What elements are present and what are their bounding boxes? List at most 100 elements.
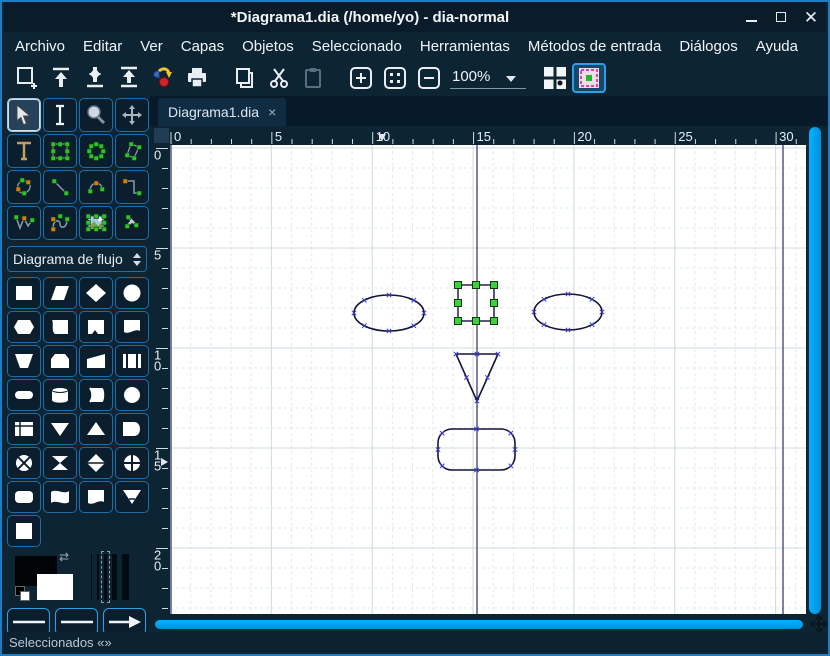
zoom-combo[interactable]: 100% (450, 68, 527, 89)
title-bar[interactable]: *Diagrama1.dia (/home/yo) - dia-normal ✕ (4, 2, 826, 32)
export-button[interactable] (146, 63, 180, 93)
tab-close-icon[interactable]: × (268, 105, 276, 119)
line-width-3[interactable] (101, 551, 110, 603)
menu-m-todos-de-entrada[interactable]: Métodos de entrada (519, 35, 670, 58)
shape-predefined-process[interactable] (115, 345, 149, 377)
line-width-selector[interactable] (91, 551, 143, 603)
tool-scroll[interactable] (115, 98, 149, 132)
spinner-icon[interactable] (133, 252, 141, 266)
copy-button[interactable] (228, 63, 262, 93)
shape-ellipse[interactable] (115, 277, 149, 309)
shape-or[interactable] (115, 447, 149, 479)
shape-punched-card[interactable] (43, 311, 77, 343)
zoom-value[interactable]: 100% (450, 68, 497, 89)
menu-archivo[interactable]: Archivo (6, 35, 74, 58)
save-button[interactable] (78, 63, 112, 93)
tab-label: Diagrama1.dia (168, 104, 260, 120)
shape-manual-operation[interactable] (7, 345, 41, 377)
shape-collate[interactable] (43, 447, 77, 479)
tool-box[interactable] (43, 134, 77, 168)
zoom-in-button[interactable] (344, 63, 378, 93)
tool-textedit[interactable] (43, 98, 77, 132)
save-as-button[interactable] (112, 63, 146, 93)
menu-editar[interactable]: Editar (74, 35, 131, 58)
menu-seleccionado[interactable]: Seleccionado (303, 35, 411, 58)
maximize-button[interactable] (766, 6, 796, 28)
tool-zigzagline[interactable] (115, 170, 149, 204)
svg-text:0: 0 (174, 129, 181, 144)
default-colors-icon[interactable] (15, 586, 31, 602)
zoom-out-button[interactable] (412, 63, 446, 93)
shape-document[interactable] (115, 311, 149, 343)
line-width-7[interactable] (122, 554, 129, 600)
cut-button[interactable] (262, 63, 296, 93)
shape-punched-tape[interactable] (43, 481, 77, 513)
loop-limit-icon (51, 354, 69, 368)
maximize-icon (776, 12, 786, 22)
menu-herramientas[interactable]: Herramientas (411, 35, 519, 58)
shape-diamond[interactable] (79, 277, 113, 309)
snap-objects-button[interactable] (572, 63, 607, 93)
shape-preparation[interactable] (7, 311, 41, 343)
shape-parallelogram[interactable] (43, 277, 77, 309)
shape-extract[interactable] (43, 413, 77, 445)
shape-summing-junction[interactable] (7, 447, 41, 479)
shape-merge[interactable] (79, 413, 113, 445)
tool-ellipse[interactable] (79, 134, 113, 168)
zoom-dropdown-icon[interactable] (496, 75, 527, 89)
shape-sort[interactable] (79, 447, 113, 479)
open-button[interactable] (44, 63, 78, 93)
menu-objetos[interactable]: Objetos (233, 35, 303, 58)
minimize-button[interactable] (736, 6, 766, 28)
zoom-fit-button[interactable] (378, 63, 412, 93)
manual-operation-icon (15, 354, 33, 368)
ruler-origin-button[interactable] (154, 128, 169, 143)
line-width-1[interactable] (91, 554, 92, 600)
shape-delay[interactable] (115, 413, 149, 445)
tool-beziergon[interactable] (7, 170, 41, 204)
background-color-swatch[interactable] (37, 574, 73, 600)
horizontal-scrollbar[interactable] (155, 620, 803, 629)
shape-alternate-process[interactable] (7, 481, 41, 513)
menu-ayuda[interactable]: Ayuda (747, 35, 807, 58)
print-button[interactable] (180, 63, 214, 93)
shape-connector[interactable] (115, 379, 149, 411)
shape-manual-input[interactable] (79, 345, 113, 377)
shape-transmittal-tape[interactable] (7, 515, 41, 547)
paste-button[interactable] (296, 63, 330, 93)
tool-magnify[interactable] (79, 98, 113, 132)
tab-diagrama1[interactable]: Diagrama1.dia × (158, 98, 287, 126)
tool-image[interactable] (79, 206, 113, 240)
shape-terminal[interactable] (7, 379, 41, 411)
menu-di-logos[interactable]: Diálogos (670, 35, 746, 58)
shape-offline-storage[interactable] (115, 481, 149, 513)
close-button[interactable]: ✕ (796, 6, 826, 28)
tool-bezierline[interactable] (43, 206, 77, 240)
swap-colors-icon[interactable]: ⇄ (59, 550, 69, 564)
tool-line[interactable] (43, 170, 77, 204)
snap-grid-button[interactable] (538, 63, 572, 93)
shape-loop-limit[interactable] (43, 345, 77, 377)
shape-internal-storage[interactable] (7, 413, 41, 445)
tool-polyline[interactable] (7, 206, 41, 240)
diagram-canvas[interactable] (170, 145, 806, 614)
menu-capas[interactable]: Capas (172, 35, 233, 58)
shape-display[interactable] (79, 311, 113, 343)
zigzagline-icon (122, 178, 142, 196)
line-width-5[interactable] (112, 554, 117, 600)
new-diagram-button[interactable] (10, 63, 44, 93)
vertical-scrollbar[interactable] (809, 127, 821, 614)
shape-magnetic-disk[interactable] (79, 379, 113, 411)
shape-magnetic-drum[interactable] (43, 379, 77, 411)
tool-arc[interactable] (79, 170, 113, 204)
tool-polygon[interactable] (115, 134, 149, 168)
svg-text:0: 0 (154, 559, 161, 574)
tool-text[interactable] (7, 134, 41, 168)
shape-off-page-document[interactable] (79, 481, 113, 513)
tool-outline[interactable] (115, 206, 149, 240)
tool-modify[interactable] (7, 98, 41, 132)
shape-box[interactable] (7, 277, 41, 309)
menu-ver[interactable]: Ver (131, 35, 172, 58)
sheet-selector[interactable]: Diagrama de flujo (7, 246, 147, 272)
line-width-2[interactable] (97, 554, 99, 600)
